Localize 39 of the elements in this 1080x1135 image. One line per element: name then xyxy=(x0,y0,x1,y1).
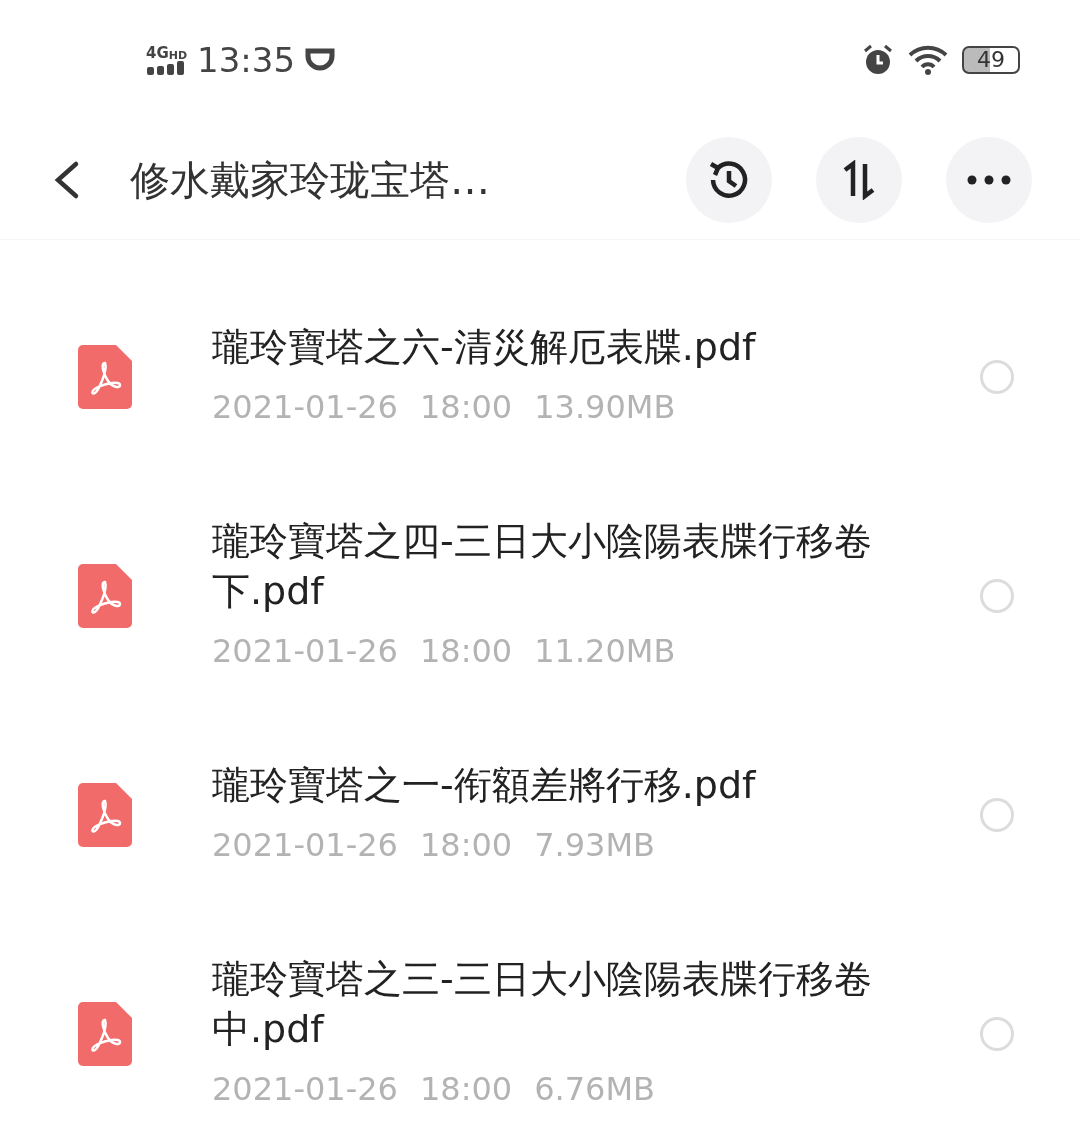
file-row[interactable]: 瓏玲寶塔之一-衔額差將行移.pdf 2021-01-26 18:00 7.93MB xyxy=(0,718,1080,912)
file-size: 7.93MB xyxy=(534,825,655,866)
status-time: 13:35 xyxy=(197,38,296,82)
file-size: 11.20MB xyxy=(534,631,676,672)
file-time: 18:00 xyxy=(419,631,513,672)
pdf-file-icon xyxy=(78,783,132,847)
file-row[interactable]: 瓏玲寶塔之三-三日大小陰陽表牒行移卷中.pdf 2021-01-26 18:00 6.76MB xyxy=(0,912,1080,1135)
pdf-file-icon xyxy=(78,1002,132,1066)
file-size: 13.90MB xyxy=(534,387,676,428)
pdf-file-icon xyxy=(78,564,132,628)
cup-icon xyxy=(305,48,336,72)
network-label: 4G xyxy=(146,45,169,61)
alarm-icon xyxy=(862,44,894,76)
file-name: 瓏玲寶塔之三-三日大小陰陽表牒行移卷中.pdf xyxy=(212,956,873,1053)
more-icon xyxy=(967,174,1011,185)
file-time: 18:00 xyxy=(419,1069,513,1110)
select-radio[interactable] xyxy=(980,579,1014,613)
wifi-icon xyxy=(908,45,948,75)
file-date: 2021-01-26 xyxy=(212,387,398,428)
file-row[interactable]: 瓏玲寶塔之四-三日大小陰陽表牒行移卷下.pdf 2021-01-26 18:00 11.20MB xyxy=(0,474,1080,718)
hd-label: HD xyxy=(168,49,188,61)
file-date: 2021-01-26 xyxy=(212,1069,398,1110)
folder-title: 修水戴家玲珑宝塔… xyxy=(130,155,491,205)
file-time: 18:00 xyxy=(419,387,513,428)
select-radio[interactable] xyxy=(980,798,1014,832)
file-time: 18:00 xyxy=(419,825,513,866)
file-size: 6.76MB xyxy=(534,1069,655,1110)
file-name: 瓏玲寶塔之六-清災解厄表牒.pdf xyxy=(212,324,757,371)
back-icon xyxy=(52,159,80,200)
file-name: 瓏玲寶塔之四-三日大小陰陽表牒行移卷下.pdf xyxy=(212,518,873,615)
battery-indicator: 49 xyxy=(962,46,1020,74)
select-radio[interactable] xyxy=(980,1017,1014,1051)
select-radio[interactable] xyxy=(980,360,1014,394)
file-name: 瓏玲寶塔之一-衔額差將行移.pdf xyxy=(212,762,757,809)
signal-icon xyxy=(146,60,186,75)
pdf-file-icon xyxy=(78,345,132,409)
file-date: 2021-01-26 xyxy=(212,631,398,672)
file-date: 2021-01-26 xyxy=(212,825,398,866)
file-row[interactable]: 瓏玲寶塔之六-清災解厄表牒.pdf 2021-01-26 18:00 13.90MB xyxy=(0,280,1080,474)
